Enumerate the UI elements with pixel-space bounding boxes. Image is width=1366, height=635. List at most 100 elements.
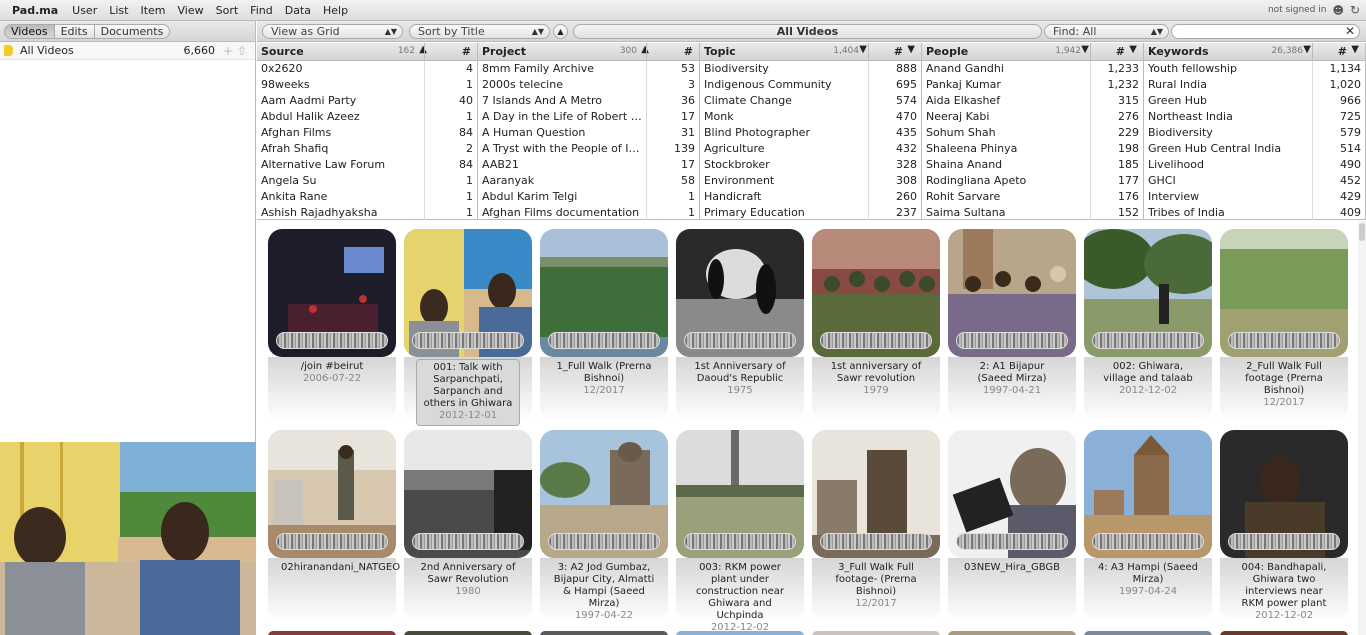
video-caption[interactable]: 3_Full Walk Full footage- (Prerna Bishno… — [824, 560, 928, 613]
filter-row[interactable]: Green Hub 966 — [1144, 93, 1365, 109]
menu-item[interactable]: Item — [134, 4, 171, 17]
video-thumbnail-partial[interactable] — [676, 631, 804, 635]
filter-row[interactable]: A Day in the Life of Robert Lux... 17 — [478, 109, 699, 125]
video-item[interactable]: 1_Full Walk (Prerna Bishnoi) 12/2017 — [540, 229, 668, 424]
filter-row[interactable]: Rural India 1,020 — [1144, 77, 1365, 93]
filter-row[interactable]: Abdul Halik Azeez 1 — [257, 109, 477, 125]
video-caption[interactable]: 3: A2 Jod Gumbaz, Bijapur City, Almatti … — [552, 560, 656, 625]
video-caption[interactable]: 03NEW_Hira_GBGB — [960, 560, 1064, 577]
video-caption[interactable]: /join #beirut 2006-07-22 — [280, 359, 384, 388]
video-caption[interactable]: 2_Full Walk Full footage (Prerna Bishnoi… — [1232, 359, 1336, 412]
video-item[interactable]: 001: Talk with Sarpanchpati, Sarpanch an… — [404, 229, 532, 426]
filter-row[interactable]: Youth fellowship 1,134 — [1144, 61, 1365, 77]
video-item[interactable]: 003: RKM power plant under construction … — [676, 430, 804, 633]
filter-row[interactable]: Green Hub Central India 514 — [1144, 141, 1365, 157]
filter-row[interactable]: A Tryst with the People of India 139 — [478, 141, 699, 157]
timeline-strip[interactable] — [820, 533, 932, 550]
tab-documents[interactable]: Documents — [94, 23, 171, 39]
column-header-source[interactable]: Source162▲# — [257, 43, 477, 61]
filter-row[interactable]: 0x2620 4 — [257, 61, 477, 77]
timeline-strip[interactable] — [276, 332, 388, 349]
filter-row[interactable]: 2000s telecine 3 — [478, 77, 699, 93]
video-caption[interactable]: 2: A1 Bijapur (Saeed Mirza) 1997-04-21 — [960, 359, 1064, 400]
filter-row[interactable]: 98weeks 1 — [257, 77, 477, 93]
timeline-strip[interactable] — [412, 332, 524, 349]
filter-row[interactable]: Agriculture 432 — [700, 141, 921, 157]
column-header-topic[interactable]: Topic 1,404 ▼ # ▼ — [700, 43, 921, 61]
column-header-keywords[interactable]: Keywords 26,386 ▼ # ▼ — [1144, 43, 1365, 61]
timeline-strip[interactable] — [276, 533, 388, 550]
timeline-strip[interactable] — [684, 533, 796, 550]
sort-arrow-icon[interactable]: ▼ — [1081, 44, 1089, 55]
filter-row[interactable]: Climate Change 574 — [700, 93, 921, 109]
timeline-strip[interactable] — [412, 533, 524, 550]
filter-row[interactable]: Stockbroker 328 — [700, 157, 921, 173]
filter-row[interactable]: Tribes of India 409 — [1144, 205, 1365, 220]
search-input[interactable]: ✕ — [1171, 24, 1360, 39]
video-thumbnail-partial[interactable] — [1220, 631, 1348, 635]
video-thumbnail[interactable] — [812, 229, 940, 357]
column-divider[interactable] — [646, 43, 647, 61]
filter-row[interactable]: Ashish Rajadhyaksha 1 — [257, 205, 477, 220]
filter-row[interactable]: AAB21 17 — [478, 157, 699, 173]
column-divider[interactable] — [424, 43, 425, 61]
filter-row[interactable]: Aaranyak 58 — [478, 173, 699, 189]
menu-data[interactable]: Data — [279, 4, 317, 17]
video-thumbnail[interactable] — [1220, 229, 1348, 357]
filter-row[interactable]: Abdul Karim Telgi 1 — [478, 189, 699, 205]
menu-find[interactable]: Find — [244, 4, 279, 17]
video-item[interactable]: 4: A3 Hampi (Saeed Mirza) 1997-04-24 — [1084, 430, 1212, 625]
tab-edits[interactable]: Edits — [54, 23, 95, 39]
filter-row[interactable]: Blind Photographer 435 — [700, 125, 921, 141]
filter-row[interactable]: Environment 308 — [700, 173, 921, 189]
filter-row[interactable]: Biodiversity 888 — [700, 61, 921, 77]
filter-row[interactable]: Livelihood 490 — [1144, 157, 1365, 173]
filter-row[interactable]: Angela Su 1 — [257, 173, 477, 189]
filter-row[interactable]: Rodingliana Apeto 177 — [922, 173, 1143, 189]
video-caption[interactable]: 02hiranandani_NATGEO — [280, 560, 400, 577]
timeline-strip[interactable] — [548, 332, 660, 349]
filter-row[interactable]: Northeast India 725 — [1144, 109, 1365, 125]
column-header-people[interactable]: People 1,942 ▼ # ▼ — [922, 43, 1143, 61]
filter-row[interactable]: Interview 429 — [1144, 189, 1365, 205]
video-item[interactable]: 3: A2 Jod Gumbaz, Bijapur City, Almatti … — [540, 430, 668, 625]
video-thumbnail-partial[interactable] — [1084, 631, 1212, 635]
column-header-project[interactable]: Project300▲# — [478, 43, 699, 61]
timeline-strip[interactable] — [548, 533, 660, 550]
sort-direction-button[interactable]: ▲ — [553, 24, 568, 39]
video-thumbnail-partial[interactable] — [540, 631, 668, 635]
video-thumbnail-partial[interactable] — [404, 631, 532, 635]
timeline-strip[interactable] — [684, 332, 796, 349]
video-thumbnail-partial[interactable] — [948, 631, 1076, 635]
column-divider[interactable] — [1090, 43, 1091, 61]
view-select[interactable]: View as Grid ▲▼ — [262, 24, 403, 39]
video-item[interactable]: 03NEW_Hira_GBGB — [948, 430, 1076, 625]
video-item[interactable]: 02hiranandani_NATGEO — [268, 430, 400, 625]
filter-row[interactable]: GHCI 452 — [1144, 173, 1365, 189]
filter-row[interactable]: Ankita Rane 1 — [257, 189, 477, 205]
video-preview[interactable] — [0, 442, 256, 635]
video-thumbnail[interactable] — [812, 430, 940, 558]
filter-row[interactable]: Rohit Sarvare 176 — [922, 189, 1143, 205]
filter-row[interactable]: Aam Aadmi Party 40 — [257, 93, 477, 109]
filter-row[interactable]: Saima Sultana 152 — [922, 205, 1143, 220]
scrollbar-thumb[interactable] — [1359, 223, 1365, 241]
filter-row[interactable]: Alternative Law Forum 84 — [257, 157, 477, 173]
video-thumbnail[interactable] — [1084, 229, 1212, 357]
menu-help[interactable]: Help — [317, 4, 354, 17]
menu-sort[interactable]: Sort — [210, 4, 245, 17]
filter-row[interactable]: Neeraj Kabi 276 — [922, 109, 1143, 125]
video-item[interactable]: 1st Anniversary of Daoud's Republic 1975 — [676, 229, 804, 424]
column-divider[interactable] — [1312, 43, 1313, 61]
video-caption[interactable]: 003: RKM power plant under construction … — [688, 560, 792, 635]
menu-user[interactable]: User — [66, 4, 103, 17]
count-sort-icon[interactable]: ▼ — [1129, 44, 1137, 55]
filter-row[interactable]: 7 Islands And A Metro 36 — [478, 93, 699, 109]
filter-row[interactable]: Afrah Shafiq 2 — [257, 141, 477, 157]
video-thumbnail[interactable] — [268, 430, 396, 558]
filter-row[interactable]: 8mm Family Archive 53 — [478, 61, 699, 77]
video-caption[interactable]: 1st Anniversary of Daoud's Republic 1975 — [688, 359, 792, 400]
filter-row[interactable]: Indigenous Community 695 — [700, 77, 921, 93]
video-thumbnail[interactable] — [404, 229, 532, 357]
video-item[interactable]: 004: Bandhapali, Ghiwara two interviews … — [1220, 430, 1348, 625]
